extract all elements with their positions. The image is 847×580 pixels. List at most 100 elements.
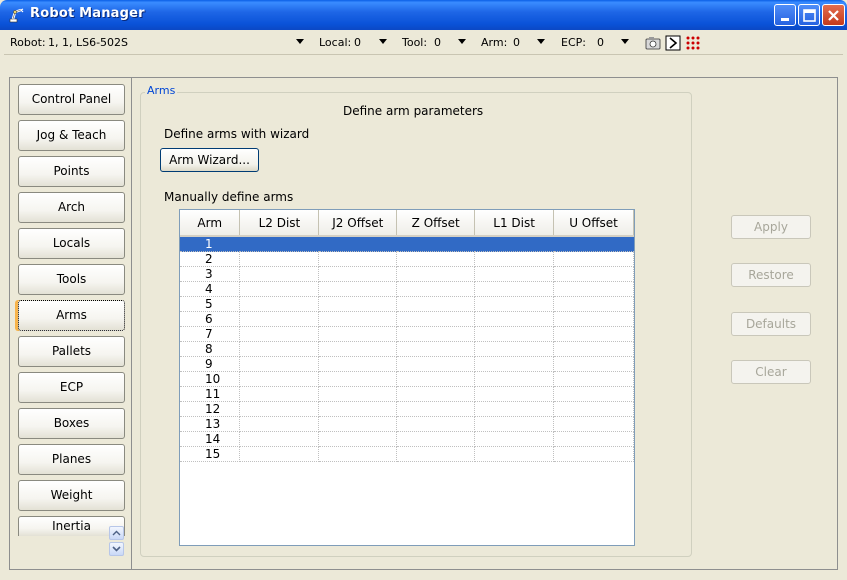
table-cell[interactable]	[553, 281, 634, 297]
table-cell[interactable]	[474, 446, 555, 462]
table-row[interactable]: 14	[180, 431, 634, 447]
table-cell[interactable]	[553, 401, 634, 417]
table-cell[interactable]	[396, 236, 476, 252]
scroll-up-button[interactable]	[109, 526, 124, 540]
column-header[interactable]: U Offset	[553, 210, 634, 237]
table-cell[interactable]	[318, 281, 398, 297]
defaults-button[interactable]: Defaults	[731, 312, 811, 336]
table-cell[interactable]	[396, 386, 476, 402]
arm-number-cell[interactable]: 10	[180, 371, 241, 387]
table-cell[interactable]	[396, 296, 476, 312]
table-row[interactable]: 6	[180, 311, 634, 327]
table-cell[interactable]	[318, 356, 398, 372]
table-cell[interactable]	[318, 296, 398, 312]
table-cell[interactable]	[239, 311, 320, 327]
table-cell[interactable]	[396, 446, 476, 462]
table-row[interactable]: 8	[180, 341, 634, 357]
table-cell[interactable]	[396, 371, 476, 387]
nav-boxes[interactable]: Boxes	[18, 408, 125, 439]
table-cell[interactable]	[474, 251, 555, 267]
table-cell[interactable]	[553, 341, 634, 357]
arm-select[interactable]: 0	[513, 36, 520, 49]
ecp-dropdown-icon[interactable]	[621, 39, 629, 44]
table-cell[interactable]	[474, 386, 555, 402]
local-dropdown-icon[interactable]	[379, 39, 387, 44]
table-cell[interactable]	[239, 341, 320, 357]
table-cell[interactable]	[396, 281, 476, 297]
column-header[interactable]: L2 Dist	[239, 210, 320, 237]
arm-number-cell[interactable]: 1	[180, 236, 241, 252]
nav-ecp[interactable]: ECP	[18, 372, 125, 403]
table-row[interactable]: 15	[180, 446, 634, 462]
table-cell[interactable]	[553, 251, 634, 267]
column-header[interactable]: Arm	[180, 210, 241, 237]
nav-tools[interactable]: Tools	[18, 264, 125, 295]
arm-number-cell[interactable]: 4	[180, 281, 241, 297]
table-cell[interactable]	[239, 266, 320, 282]
table-cell[interactable]	[474, 326, 555, 342]
io-dots-icon[interactable]	[685, 35, 701, 51]
table-cell[interactable]	[396, 266, 476, 282]
table-cell[interactable]	[553, 266, 634, 282]
column-header[interactable]: Z Offset	[396, 210, 476, 237]
table-cell[interactable]	[553, 371, 634, 387]
arm-number-cell[interactable]: 13	[180, 416, 241, 432]
table-cell[interactable]	[474, 236, 555, 252]
arms-table[interactable]: Arm L2 Dist J2 Offset Z Offset L1 Dist U…	[179, 209, 635, 546]
nav-points[interactable]: Points	[18, 156, 125, 187]
nav-arms[interactable]: Arms	[18, 300, 125, 331]
table-cell[interactable]	[239, 446, 320, 462]
table-cell[interactable]	[396, 251, 476, 267]
table-cell[interactable]	[318, 266, 398, 282]
arm-wizard-button[interactable]: Arm Wizard...	[160, 148, 259, 172]
arm-number-cell[interactable]: 5	[180, 296, 241, 312]
nav-weight[interactable]: Weight	[18, 480, 125, 511]
table-cell[interactable]	[553, 311, 634, 327]
table-cell[interactable]	[553, 446, 634, 462]
nav-jog-teach[interactable]: Jog & Teach	[18, 120, 125, 151]
table-cell[interactable]	[553, 326, 634, 342]
table-cell[interactable]	[318, 431, 398, 447]
table-cell[interactable]	[396, 431, 476, 447]
column-header[interactable]: J2 Offset	[318, 210, 398, 237]
table-cell[interactable]	[474, 431, 555, 447]
table-cell[interactable]	[318, 446, 398, 462]
table-cell[interactable]	[474, 401, 555, 417]
column-header[interactable]: L1 Dist	[474, 210, 555, 237]
robot-dropdown-icon[interactable]	[296, 39, 304, 44]
run-icon[interactable]	[665, 35, 681, 51]
table-cell[interactable]	[396, 326, 476, 342]
arm-number-cell[interactable]: 7	[180, 326, 241, 342]
arm-number-cell[interactable]: 8	[180, 341, 241, 357]
nav-locals[interactable]: Locals	[18, 228, 125, 259]
table-cell[interactable]	[474, 416, 555, 432]
arm-number-cell[interactable]: 11	[180, 386, 241, 402]
table-cell[interactable]	[553, 296, 634, 312]
table-cell[interactable]	[239, 386, 320, 402]
arm-number-cell[interactable]: 2	[180, 251, 241, 267]
table-cell[interactable]	[318, 416, 398, 432]
table-row[interactable]: 11	[180, 386, 634, 402]
nav-planes[interactable]: Planes	[18, 444, 125, 475]
table-cell[interactable]	[553, 416, 634, 432]
table-cell[interactable]	[318, 401, 398, 417]
nav-control-panel[interactable]: Control Panel	[18, 84, 125, 115]
table-cell[interactable]	[396, 401, 476, 417]
table-cell[interactable]	[239, 296, 320, 312]
table-cell[interactable]	[239, 356, 320, 372]
table-cell[interactable]	[474, 356, 555, 372]
arm-number-cell[interactable]: 12	[180, 401, 241, 417]
arm-number-cell[interactable]: 14	[180, 431, 241, 447]
table-cell[interactable]	[474, 371, 555, 387]
table-row[interactable]: 2	[180, 251, 634, 267]
table-row[interactable]: 9	[180, 356, 634, 372]
table-cell[interactable]	[553, 356, 634, 372]
clear-button[interactable]: Clear	[731, 360, 811, 384]
table-row[interactable]: 12	[180, 401, 634, 417]
table-cell[interactable]	[239, 326, 320, 342]
table-cell[interactable]	[553, 236, 634, 252]
table-cell[interactable]	[474, 296, 555, 312]
table-cell[interactable]	[318, 341, 398, 357]
table-cell[interactable]	[474, 311, 555, 327]
table-row[interactable]: 3	[180, 266, 634, 282]
